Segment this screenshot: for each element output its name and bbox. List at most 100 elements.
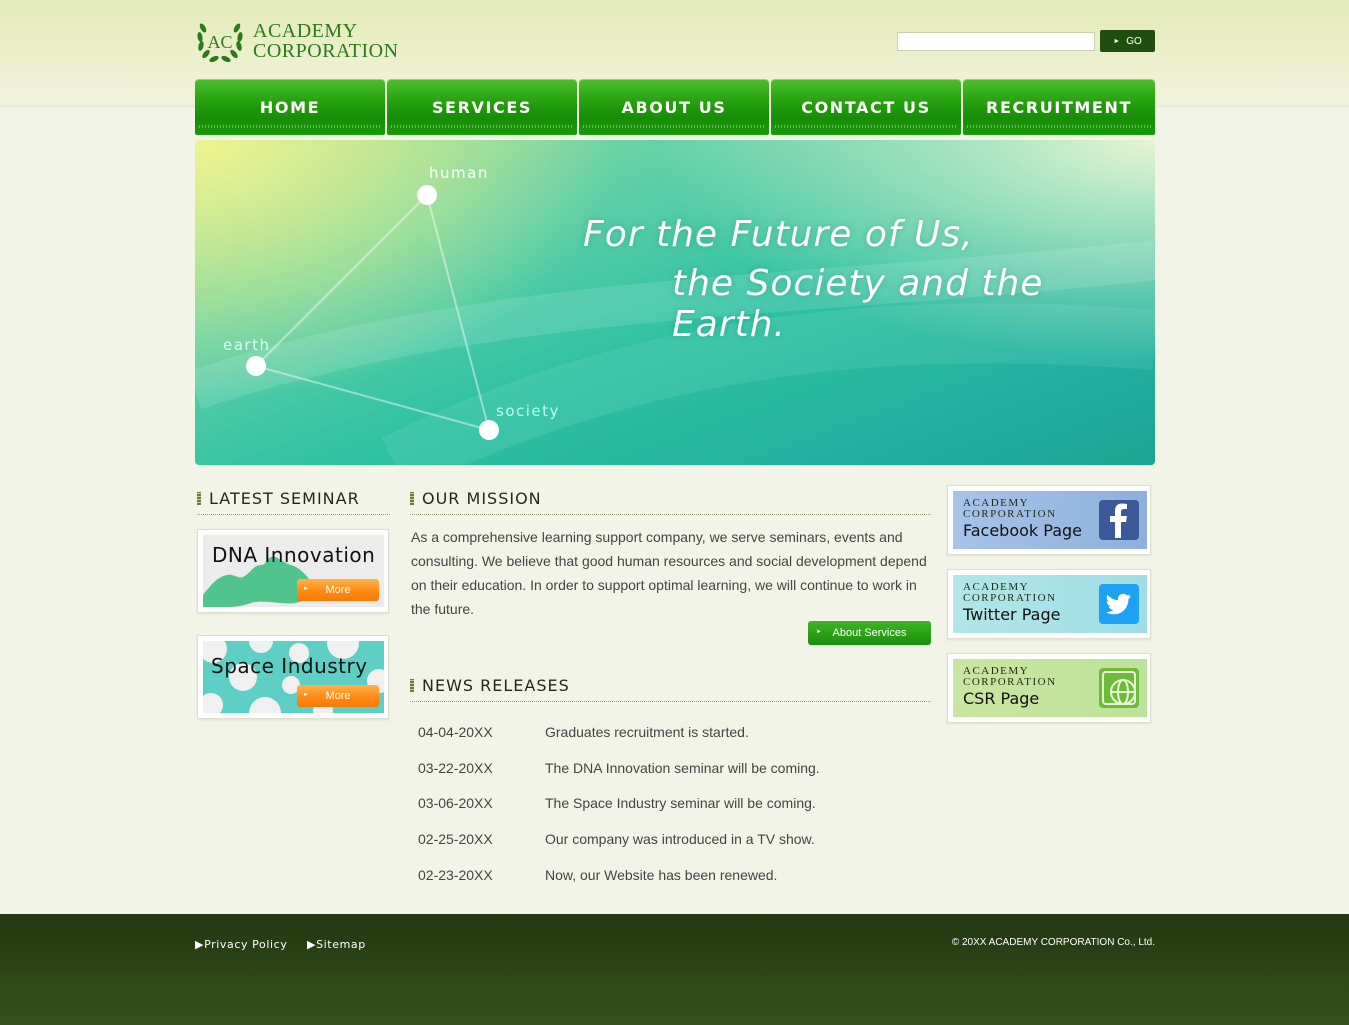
go-button-label: GO xyxy=(1126,35,1142,47)
play-arrow-icon: ► xyxy=(1113,37,1121,45)
heading-marker-icon xyxy=(410,492,414,505)
sns-page-label: Facebook Page xyxy=(963,521,1082,540)
twitter-icon xyxy=(1099,584,1139,624)
nav-item-recruitment[interactable]: RECRUITMENT xyxy=(963,79,1155,135)
hero-label-human: human xyxy=(429,164,489,182)
nav-item-label: SERVICES xyxy=(431,98,533,117)
news-date: 03-06-20XX xyxy=(418,795,493,811)
csr-page-link[interactable]: ACADEMY CORPORATION CSR Page xyxy=(947,653,1151,723)
latest-seminar-heading: LATEST SEMINAR xyxy=(197,489,360,508)
news-releases-heading-text: NEWS RELEASES xyxy=(422,676,570,695)
hero-banner: human earth society For the Future of Us… xyxy=(195,140,1155,465)
nav-item-about-us[interactable]: ABOUT US xyxy=(579,79,769,135)
nav-item-home[interactable]: HOME xyxy=(195,79,385,135)
twitter-banner: ACADEMY CORPORATION Twitter Page xyxy=(953,575,1147,633)
sns-line-2: CORPORATION xyxy=(963,508,1057,520)
copyright-text: © 20XX ACADEMY CORPORATION Co., Ltd. xyxy=(951,937,1155,948)
nav-item-contact-us[interactable]: CONTACT US xyxy=(771,79,961,135)
news-row[interactable]: 02-23-20XX Now, our Website has been ren… xyxy=(418,867,938,887)
footer-link-label: Sitemap xyxy=(316,938,366,951)
laurel-logo-icon: AC xyxy=(197,23,243,63)
go-button[interactable]: ► GO xyxy=(1100,30,1155,52)
news-row[interactable]: 04-04-20XX Graduates recruitment is star… xyxy=(418,724,938,744)
sns-page-label: CSR Page xyxy=(963,689,1040,708)
logo-line-1: ACADEMY xyxy=(253,20,358,42)
news-text: The DNA Innovation seminar will be comin… xyxy=(545,760,820,776)
news-row[interactable]: 03-22-20XX The DNA Innovation seminar wi… xyxy=(418,760,938,780)
globe-icon xyxy=(1099,668,1139,708)
sns-line-2: CORPORATION xyxy=(963,676,1057,688)
more-button[interactable]: ► More xyxy=(297,579,379,601)
seminar-title: DNA Innovation xyxy=(212,543,376,567)
seminar-card-space-industry[interactable]: Space Industry ► More xyxy=(197,635,389,719)
news-date: 03-22-20XX xyxy=(418,760,493,776)
nav-item-label: HOME xyxy=(259,98,321,117)
facebook-page-link[interactable]: ACADEMY CORPORATION Facebook Page xyxy=(947,485,1151,555)
divider xyxy=(410,701,931,702)
sns-company-name: ACADEMY CORPORATION xyxy=(963,582,1057,604)
play-arrow-icon: ▶ xyxy=(307,938,317,951)
company-logo[interactable]: AC ACADEMY CORPORATION xyxy=(195,18,410,64)
news-text: The Space Industry seminar will be comin… xyxy=(545,795,816,811)
news-row[interactable]: 02-25-20XX Our company was introduced in… xyxy=(418,831,938,851)
seminar-image: Space Industry ► More xyxy=(203,641,384,713)
facebook-banner: ACADEMY CORPORATION Facebook Page xyxy=(953,491,1147,549)
news-row[interactable]: 03-06-20XX The Space Industry seminar wi… xyxy=(418,795,938,815)
about-services-button[interactable]: ► About Services xyxy=(808,621,931,645)
search-input[interactable] xyxy=(897,32,1095,51)
divider xyxy=(410,514,931,515)
news-date: 02-23-20XX xyxy=(418,867,493,883)
news-text: Graduates recruitment is started. xyxy=(545,724,749,740)
play-arrow-icon: ► xyxy=(303,586,309,592)
hero-label-earth: earth xyxy=(223,336,270,354)
hero-headline-line-2: the Society and the Earth. xyxy=(672,263,1044,345)
seminar-card-dna-innovation[interactable]: DNA Innovation ► More xyxy=(197,529,389,613)
nav-item-services[interactable]: SERVICES xyxy=(387,79,577,135)
sns-line-2: CORPORATION xyxy=(963,592,1057,604)
mission-paragraph: As a comprehensive learning support comp… xyxy=(411,529,927,617)
facebook-icon xyxy=(1099,500,1139,540)
nav-item-label: CONTACT US xyxy=(801,98,931,117)
hero-node-society xyxy=(479,420,499,440)
play-arrow-icon: ▶ xyxy=(195,938,205,951)
our-mission-heading: OUR MISSION xyxy=(410,489,542,508)
news-releases-heading: NEWS RELEASES xyxy=(410,676,570,695)
twitter-page-link[interactable]: ACADEMY CORPORATION Twitter Page xyxy=(947,569,1151,639)
more-button-label: More xyxy=(325,690,351,702)
logo-line-2: CORPORATION xyxy=(253,40,399,62)
hero-headline-line-1: For the Future of Us, xyxy=(583,214,974,255)
more-button-label: More xyxy=(325,584,351,596)
our-mission-heading-text: OUR MISSION xyxy=(422,489,542,508)
logo-monogram: AC xyxy=(207,32,232,52)
play-arrow-icon: ► xyxy=(816,629,822,635)
hero-node-earth xyxy=(246,356,266,376)
csr-banner: ACADEMY CORPORATION CSR Page xyxy=(953,659,1147,717)
logo-text: ACADEMY CORPORATION xyxy=(253,21,399,61)
news-date: 02-25-20XX xyxy=(418,831,493,847)
news-text: Now, our Website has been renewed. xyxy=(545,867,778,883)
news-text: Our company was introduced in a TV show. xyxy=(545,831,815,847)
nav-item-label: ABOUT US xyxy=(621,98,727,117)
privacy-policy-link[interactable]: ▶Privacy Policy xyxy=(195,938,287,951)
hero-node-human xyxy=(417,185,437,205)
sns-page-label: Twitter Page xyxy=(963,605,1061,624)
play-arrow-icon: ► xyxy=(303,692,309,698)
hero-label-society: society xyxy=(496,402,560,420)
seminar-title: Space Industry xyxy=(211,654,368,678)
seminar-image: DNA Innovation ► More xyxy=(203,535,384,607)
latest-seminar-heading-text: LATEST SEMINAR xyxy=(209,489,360,508)
sns-company-name: ACADEMY CORPORATION xyxy=(963,666,1057,688)
more-button[interactable]: ► More xyxy=(297,685,379,707)
footer-link-label: Privacy Policy xyxy=(204,938,288,951)
news-date: 04-04-20XX xyxy=(418,724,493,740)
divider xyxy=(197,514,390,515)
hero-link-line xyxy=(255,365,490,431)
sitemap-link[interactable]: ▶Sitemap xyxy=(307,938,366,951)
heading-marker-icon xyxy=(197,492,201,505)
sns-company-name: ACADEMY CORPORATION xyxy=(963,498,1057,520)
heading-marker-icon xyxy=(410,679,414,692)
about-services-label: About Services xyxy=(832,627,907,639)
site-footer: ▶Privacy Policy ▶Sitemap © 20XX ACADEMY … xyxy=(0,914,1349,1025)
nav-item-label: RECRUITMENT xyxy=(986,98,1132,117)
main-navigation: HOME SERVICES ABOUT US CONTACT US RECRUI… xyxy=(195,79,1155,135)
